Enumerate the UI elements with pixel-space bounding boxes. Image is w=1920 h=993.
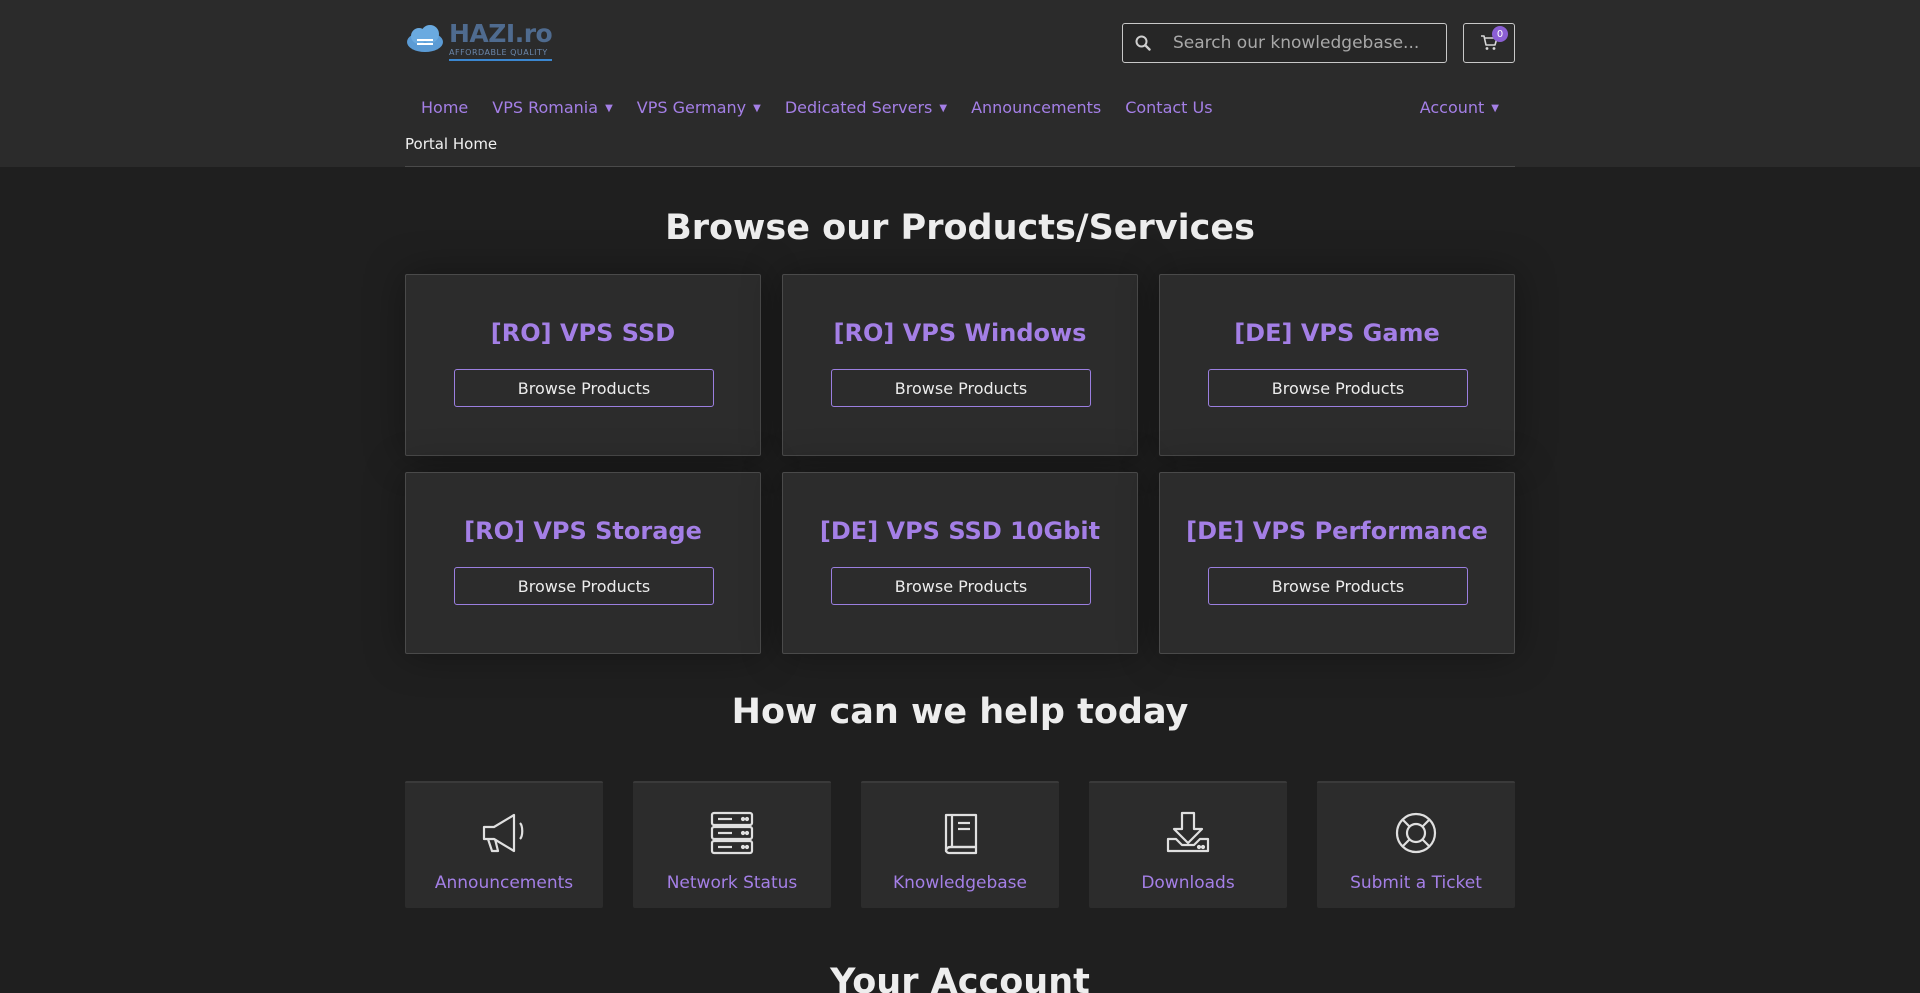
help-card-network-status[interactable]: Network Status xyxy=(633,781,831,908)
help-card-knowledgebase[interactable]: Knowledgebase xyxy=(861,781,1059,908)
product-card: [RO] VPS Storage Browse Products xyxy=(405,472,761,654)
browse-products-button[interactable]: Browse Products xyxy=(454,369,714,407)
lifebuoy-icon xyxy=(1317,811,1515,855)
product-card: [RO] VPS SSD Browse Products xyxy=(405,274,761,456)
product-card: [DE] VPS SSD 10Gbit Browse Products xyxy=(782,472,1138,654)
browse-products-button[interactable]: Browse Products xyxy=(454,567,714,605)
nav-vps-germany[interactable]: VPS Germany ▼ xyxy=(637,98,761,117)
product-title: [RO] VPS Windows xyxy=(833,319,1087,347)
nav-dedicated-servers[interactable]: Dedicated Servers ▼ xyxy=(785,98,947,117)
knowledgebase-search xyxy=(1122,23,1447,63)
help-heading: How can we help today xyxy=(731,692,1189,732)
cart-count-badge: 0 xyxy=(1492,26,1508,42)
caret-down-icon: ▼ xyxy=(939,102,948,114)
product-card: [DE] VPS Game Browse Products xyxy=(1159,274,1515,456)
caret-down-icon: ▼ xyxy=(605,102,613,114)
product-title: [DE] VPS Performance xyxy=(1186,517,1488,545)
browse-products-button[interactable]: Browse Products xyxy=(831,567,1091,605)
help-card-label: Network Status xyxy=(666,873,798,893)
help-card-label: Downloads xyxy=(1141,873,1235,893)
help-card-downloads[interactable]: Downloads xyxy=(1089,781,1287,908)
browse-products-button[interactable]: Browse Products xyxy=(1208,369,1468,407)
main-nav: Home VPS Romania ▼ VPS Germany ▼ Dedicated… xyxy=(405,94,1515,120)
your-account-heading: Your Account xyxy=(830,962,1090,993)
product-title: [RO] VPS SSD xyxy=(490,319,676,347)
nav-contact-us[interactable]: Contact Us xyxy=(1125,98,1212,117)
site-logo[interactable]: HAZI.ro AFFORDABLE QUALITY xyxy=(405,20,565,65)
cart-button[interactable]: 0 xyxy=(1463,23,1515,63)
product-card: [DE] VPS Performance Browse Products xyxy=(1159,472,1515,654)
help-card-label: Knowledgebase xyxy=(893,873,1027,893)
megaphone-icon xyxy=(405,811,603,855)
header-divider xyxy=(405,166,1515,167)
nav-account[interactable]: Account ▼ xyxy=(1420,98,1499,117)
download-icon xyxy=(1089,811,1287,855)
browse-products-button[interactable]: Browse Products xyxy=(1208,567,1468,605)
brand-name: HAZI.ro xyxy=(449,19,553,48)
nav-home[interactable]: Home xyxy=(421,98,468,117)
help-card-label: Announcements xyxy=(434,873,574,893)
search-input[interactable] xyxy=(1163,33,1433,53)
nav-announcements[interactable]: Announcements xyxy=(971,98,1101,117)
cloud-logo-icon xyxy=(405,24,445,54)
brand-tagline: AFFORDABLE QUALITY xyxy=(449,48,553,61)
product-card: [RO] VPS Windows Browse Products xyxy=(782,274,1138,456)
caret-down-icon: ▼ xyxy=(753,102,761,114)
product-title: [RO] VPS Storage xyxy=(464,517,702,545)
caret-down-icon: ▼ xyxy=(1491,102,1499,114)
breadcrumb[interactable]: Portal Home xyxy=(405,135,497,153)
product-title: [DE] VPS SSD 10Gbit xyxy=(819,517,1101,545)
help-card-announcements[interactable]: Announcements xyxy=(405,781,603,908)
help-card-label: Submit a Ticket xyxy=(1350,873,1482,893)
nav-vps-romania[interactable]: VPS Romania ▼ xyxy=(492,98,613,117)
help-card-submit-ticket[interactable]: Submit a Ticket xyxy=(1317,781,1515,908)
book-icon xyxy=(861,811,1059,855)
header-background xyxy=(0,0,1920,167)
product-title: [DE] VPS Game xyxy=(1234,319,1440,347)
browse-products-button[interactable]: Browse Products xyxy=(831,369,1091,407)
search-icon[interactable] xyxy=(1123,35,1163,51)
server-icon xyxy=(633,811,831,855)
products-heading: Browse our Products/Services xyxy=(665,208,1255,248)
